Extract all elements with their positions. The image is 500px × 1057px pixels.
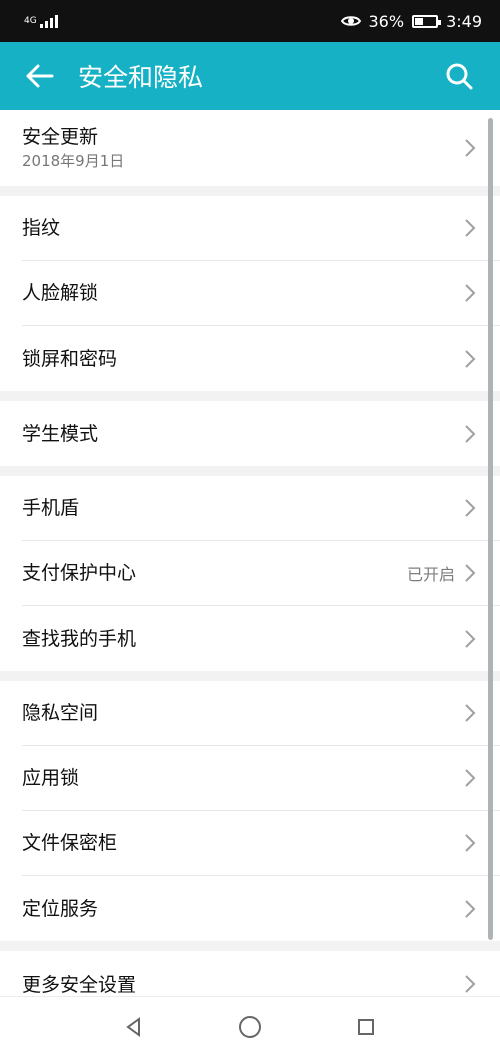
fingerprint-row[interactable]: 指纹 [22,196,500,261]
security-update-date: 2018年9月1日 [22,152,125,170]
eye-icon [340,16,361,26]
chevron-right-icon [465,139,476,157]
student-mode-row[interactable]: 学生模式 [22,401,500,466]
find-my-phone-label: 查找我的手机 [22,627,137,650]
circle-home-icon[interactable] [235,1012,265,1042]
app-lock-label: 应用锁 [22,767,80,789]
app-bar: 安全和隐私 [0,42,500,110]
location-service-row[interactable]: 定位服务 [22,876,500,941]
search-icon[interactable] [442,59,476,93]
network-indicator: 4G [24,14,58,28]
app-lock-row[interactable]: 应用锁 [22,746,500,811]
security-update-group: 安全更新 2018年9月1日 [0,110,500,186]
chevron-right-icon [465,349,476,368]
battery-icon [412,14,442,28]
student-mode-group: 学生模式 [0,401,500,466]
security-update-label: 安全更新 [22,126,99,148]
private-space-row[interactable]: 隐私空间 [22,681,500,746]
chevron-right-icon [465,834,476,852]
row-trailing [464,138,476,158]
payment-protection-status: 已开启 [406,565,455,584]
square-recent-icon[interactable] [351,1012,381,1042]
chevron-right-icon [465,424,476,443]
scrollbar[interactable] [488,118,493,940]
triangle-back-icon[interactable] [119,1012,149,1042]
chevron-right-icon [465,564,476,582]
biometrics-group: 指纹 人脸解锁 锁屏和密码 [0,196,500,391]
security-update-row[interactable]: 安全更新 2018年9月1日 [22,110,500,186]
page-title: 安全和隐私 [78,63,204,92]
more-security-label: 更多安全设置 [22,974,137,996]
system-navigation-bar [0,996,500,1057]
chevron-right-icon [465,704,476,722]
battery-percent: 36% [368,11,405,31]
more-security-group: 更多安全设置 [0,951,500,996]
face-unlock-label: 人脸解锁 [22,282,99,304]
arrow-left-icon[interactable] [24,60,56,92]
face-unlock-row[interactable]: 人脸解锁 [22,261,500,326]
network-type: 4G [24,16,37,26]
clock-time: 3:49 [446,11,482,31]
more-security-row[interactable]: 更多安全设置 [22,951,500,996]
file-safe-label: 文件保密柜 [22,832,118,854]
file-safe-row[interactable]: 文件保密柜 [22,811,500,876]
lockscreen-password-label: 锁屏和密码 [22,347,118,370]
status-bar: 4G 36% 3:49 [0,0,500,42]
security-update-text: 安全更新 2018年9月1日 [22,124,124,172]
chevron-right-icon [465,974,476,993]
phone-security-group: 手机盾 支付保护中心 已开启 查找我的手机 [0,476,500,671]
chevron-right-icon [465,499,476,517]
phone-shield-row[interactable]: 手机盾 [22,476,500,541]
chevron-right-icon [465,899,476,918]
find-my-phone-row[interactable]: 查找我的手机 [22,606,500,671]
fingerprint-label: 指纹 [22,217,61,239]
location-service-label: 定位服务 [22,897,99,920]
row-trailing: 已开启 [407,561,476,585]
student-mode-label: 学生模式 [22,422,99,445]
chevron-right-icon [465,629,476,648]
chevron-right-icon [465,219,476,237]
phone-shield-label: 手机盾 [22,497,80,519]
signal-icon [39,14,58,28]
private-space-label: 隐私空间 [22,702,99,724]
status-right: 36% 3:49 [340,11,482,31]
payment-protection-row[interactable]: 支付保护中心 已开启 [22,541,500,606]
settings-list: 安全更新 2018年9月1日 指纹 人脸解锁 锁屏和密码 学生模式 手机盾 支付… [0,110,500,996]
lockscreen-password-row[interactable]: 锁屏和密码 [22,326,500,391]
payment-protection-label: 支付保护中心 [22,562,137,584]
privacy-group: 隐私空间 应用锁 文件保密柜 定位服务 [0,681,500,941]
chevron-right-icon [465,284,476,302]
chevron-right-icon [465,769,476,787]
